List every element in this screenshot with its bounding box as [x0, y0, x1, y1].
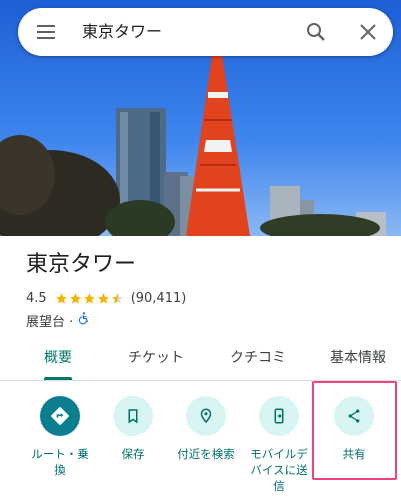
- star-icon: [97, 292, 109, 304]
- star-icon: [83, 292, 95, 304]
- tab-about[interactable]: 基本情報: [318, 338, 398, 380]
- directions-button[interactable]: ルート・乗 換: [23, 396, 97, 478]
- star-icon: [55, 292, 67, 304]
- rating-value: 4.5: [26, 290, 47, 306]
- tab-overview[interactable]: 概要: [26, 338, 90, 380]
- tab-reviews[interactable]: クチコミ: [218, 338, 298, 380]
- place-tabs: 概要 チケット クチコミ 基本情報: [0, 338, 401, 381]
- search-bar[interactable]: 東京タワー: [18, 8, 393, 56]
- directions-icon: [40, 396, 80, 436]
- directions-label: ルート・乗 換: [31, 447, 89, 477]
- star-rating: [55, 292, 125, 305]
- save-button[interactable]: 保存: [96, 396, 170, 462]
- wheelchair-accessible-icon: [77, 311, 91, 329]
- search-nearby-button[interactable]: 付近を検索: [169, 396, 243, 462]
- rating-row[interactable]: 4.5 (90,411): [26, 288, 186, 308]
- save-label: 保存: [121, 447, 145, 461]
- share-highlight-box: [312, 381, 397, 480]
- star-half-icon: [111, 292, 123, 304]
- search-icon[interactable]: [304, 20, 328, 44]
- place-title: 東京タワー: [26, 252, 137, 277]
- active-tab-indicator: [44, 377, 72, 380]
- star-icon: [69, 292, 81, 304]
- tab-tickets[interactable]: チケット: [116, 338, 196, 380]
- close-icon[interactable]: [356, 20, 380, 44]
- bookmark-icon: [113, 396, 153, 436]
- search-input[interactable]: 東京タワー: [82, 20, 162, 44]
- review-count[interactable]: (90,411): [131, 291, 187, 306]
- menu-icon[interactable]: [34, 20, 58, 44]
- category-row: 展望台 ·: [26, 310, 91, 330]
- search-nearby-label: 付近を検索: [177, 447, 235, 461]
- category-label: 展望台 ·: [26, 314, 74, 330]
- nearby-icon: [186, 396, 226, 436]
- send-to-phone-label: モバイルデ バイスに送 信: [250, 447, 308, 493]
- send-to-phone-button[interactable]: モバイルデ バイスに送 信: [242, 396, 316, 494]
- send-to-phone-icon: [259, 396, 299, 436]
